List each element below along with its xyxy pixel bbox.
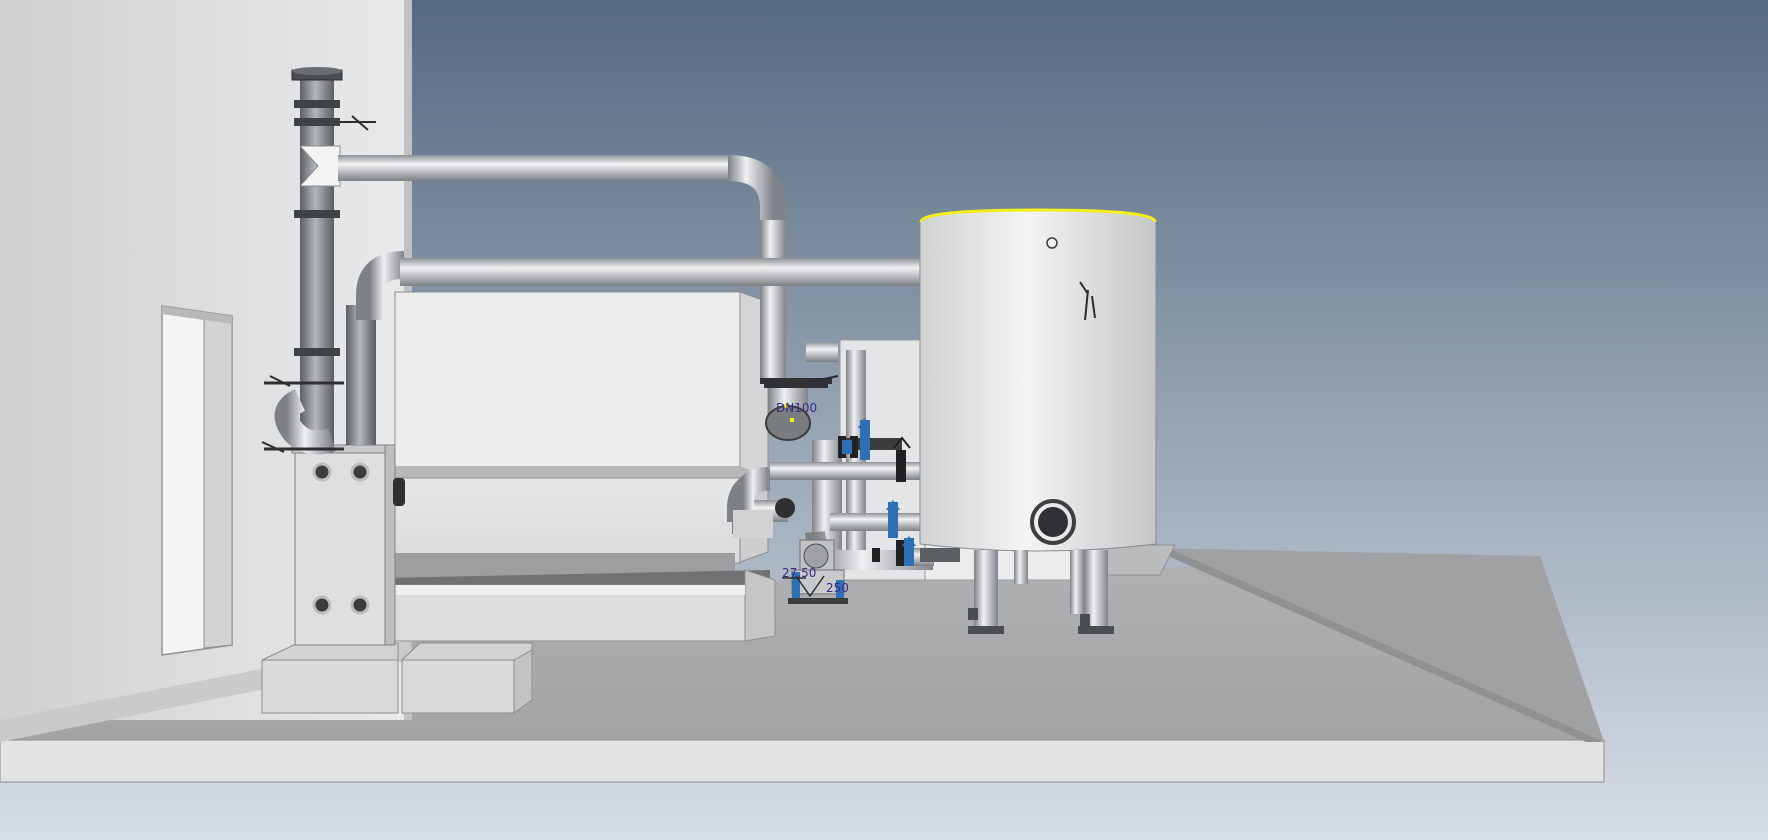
cad-3d-viewport[interactable]: DN100 27.50 250 [0, 0, 1768, 840]
concrete-plinth-right[interactable] [400, 642, 533, 714]
door-opening[interactable] [161, 305, 233, 656]
storage-tank[interactable] [919, 208, 1157, 552]
plate-heat-exchanger[interactable] [291, 444, 405, 646]
dim-label-pump-left[interactable]: 27.50 [782, 566, 816, 580]
dim-label-pump-right[interactable]: 250 [826, 581, 849, 595]
scene-canvas[interactable]: DN100 27.50 250 [0, 0, 1768, 840]
central-treatment-unit[interactable] [379, 291, 776, 642]
dim-label-pipe-diameter[interactable]: DN100 [776, 401, 817, 415]
concrete-plinth-left[interactable] [261, 642, 399, 714]
